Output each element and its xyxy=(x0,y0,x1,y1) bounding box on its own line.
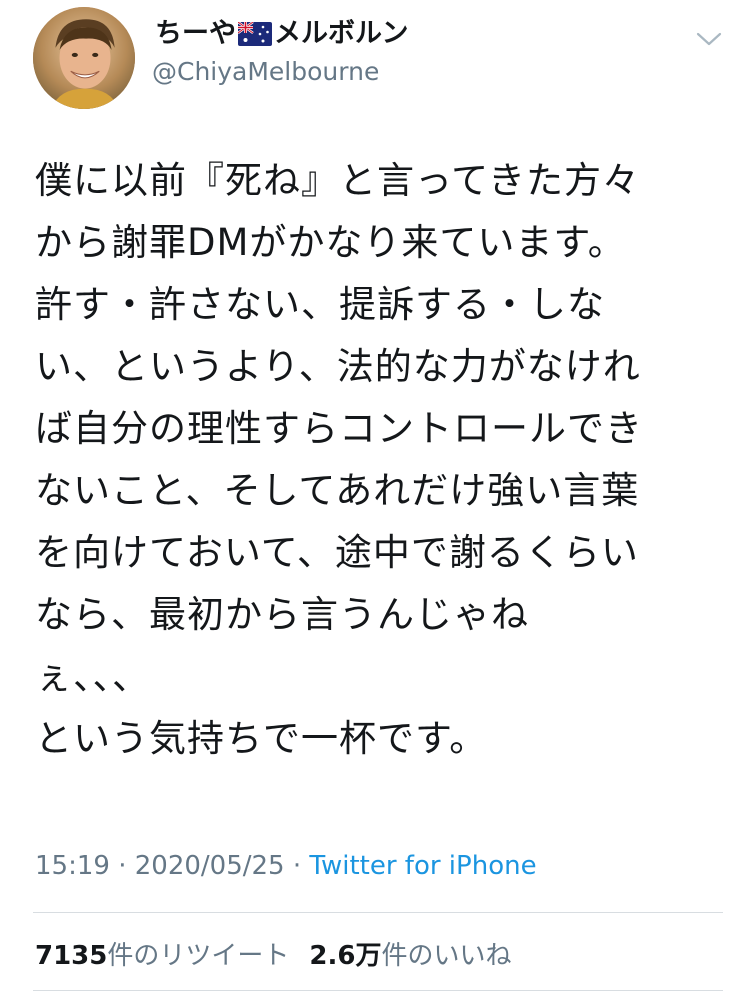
retweets-stat[interactable]: 7135件のリツイート xyxy=(35,941,289,971)
tweet-time[interactable]: 15:19 xyxy=(35,851,110,881)
likes-stat[interactable]: 2.6万件のいいね xyxy=(309,941,511,971)
tweet-text-line: い、というより、法的な力がなけれ xyxy=(35,345,641,388)
tweet-stats: 7135件のリツイート 2.6万件のいいね xyxy=(35,938,511,974)
meta-separator: · xyxy=(118,851,127,881)
tweet-text-line: から謝罪DMがかなり来ています。 xyxy=(35,221,626,264)
tweet-text-line: を向けておいて、途中で謝るくらい xyxy=(35,531,639,574)
australia-flag-icon xyxy=(238,22,272,46)
likes-count: 2.6万 xyxy=(309,941,382,971)
tweet-text: 僕に以前『死ね』と言ってきた方々 から謝罪DMがかなり来ています。 許す・許さな… xyxy=(35,150,735,770)
likes-label: 件のいいね xyxy=(381,941,512,971)
tweet-text-line: 僕に以前『死ね』と言ってきた方々 xyxy=(35,159,641,202)
avatar-photo xyxy=(33,7,135,109)
tweet-text-line: ば自分の理性すらコントロールでき xyxy=(35,407,643,450)
tweet-date[interactable]: 2020/05/25 xyxy=(135,851,285,881)
avatar[interactable] xyxy=(33,7,135,109)
divider xyxy=(33,990,723,991)
chevron-down-icon[interactable] xyxy=(694,28,724,50)
tweet-source-link[interactable]: Twitter for iPhone xyxy=(309,851,536,881)
user-handle[interactable]: @ChiyaMelbourne xyxy=(152,55,379,89)
tweet-text-line: なら、最初から言うんじゃね xyxy=(35,593,529,636)
tweet-meta: 15:19 · 2020/05/25 · Twitter for iPhone xyxy=(35,848,537,884)
tweet-text-line: という気持ちで一杯です。 xyxy=(35,717,488,760)
user-display-name[interactable]: ちーや メルボルン xyxy=(155,16,408,52)
divider xyxy=(33,912,723,913)
user-name-suffix: メルボルン xyxy=(274,18,409,49)
tweet-detail: ちーや メルボルン @ChiyaMelbourne 僕に以前『死ね』と言ってきた… xyxy=(0,0,750,993)
meta-separator: · xyxy=(292,851,302,881)
retweets-label: 件のリツイート xyxy=(107,941,290,971)
tweet-text-line: ぇ、、、 xyxy=(35,655,150,698)
tweet-text-line: 許す・許さない、提訴する・しな xyxy=(35,283,605,326)
tweet-text-line: ないこと、そしてあれだけ強い言葉 xyxy=(35,469,640,512)
user-name-prefix: ちーや xyxy=(155,18,236,49)
retweets-count: 7135 xyxy=(35,941,108,971)
